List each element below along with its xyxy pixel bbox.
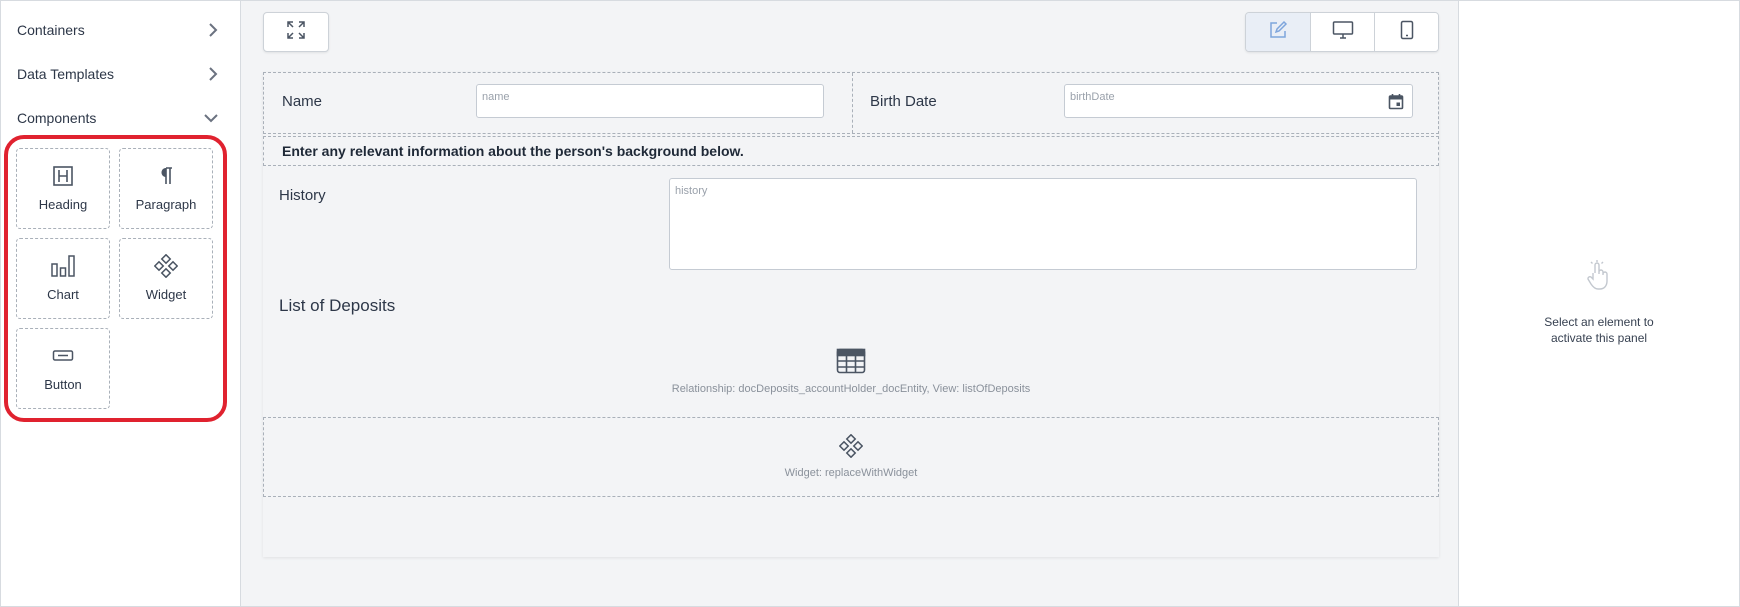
name-placeholder: name [482, 91, 510, 103]
chevron-right-icon [208, 23, 218, 37]
desktop-icon [1332, 20, 1354, 45]
sidebar-section-label: Containers [17, 22, 85, 38]
name-input[interactable]: name [476, 84, 824, 118]
form-canvas: Name name Birth Date birthDate Enter any… [241, 1, 1459, 606]
calendar-icon[interactable] [1388, 93, 1404, 113]
column-divider [852, 73, 853, 133]
form-preview: Name name Birth Date birthDate Enter any… [263, 72, 1439, 557]
chevron-right-icon [208, 67, 218, 81]
birth-date-placeholder: birthDate [1070, 91, 1115, 103]
deposits-title: List of Deposits [279, 296, 396, 315]
chevron-down-icon [204, 113, 218, 123]
name-label: Name [282, 93, 323, 110]
component-widget[interactable]: Widget [119, 238, 213, 319]
form-row-name-birth: Name name Birth Date birthDate [263, 72, 1439, 134]
properties-panel: Select an element to activate this panel [1459, 1, 1739, 606]
left-sidebar: Containers Data Templates Components Hea… [1, 1, 241, 606]
edit-icon [1268, 20, 1288, 45]
edit-view-button[interactable] [1246, 13, 1310, 51]
widget-icon [154, 253, 178, 279]
sidebar-section-components[interactable]: Components [17, 107, 218, 129]
component-label: Widget [145, 287, 187, 302]
component-label: Button [44, 377, 82, 392]
component-paragraph[interactable]: Paragraph [119, 148, 213, 229]
widget-placeholder[interactable]: Widget: replaceWithWidget [263, 417, 1439, 497]
history-label: History [279, 187, 326, 204]
sidebar-section-label: Components [17, 110, 97, 126]
background-note-text: Enter any relevant information about the… [282, 143, 744, 159]
history-placeholder: history [675, 185, 708, 197]
component-heading[interactable]: Heading [16, 148, 110, 229]
form-builder-app: Containers Data Templates Components Hea… [0, 0, 1740, 607]
empty-panel-line2: activate this panel [1550, 331, 1648, 345]
table-icon [836, 348, 866, 379]
sidebar-section-containers[interactable]: Containers [17, 19, 218, 41]
component-chart[interactable]: Chart [16, 238, 110, 319]
widget-icon [838, 433, 864, 463]
pointer-hand-icon [1586, 259, 1610, 296]
birth-date-label: Birth Date [870, 93, 937, 110]
history-textarea[interactable]: history [669, 178, 1417, 270]
deposits-relationship-text: Relationship: docDeposits_accountHolder_… [671, 383, 1031, 395]
birth-date-input[interactable]: birthDate [1064, 84, 1413, 118]
tablet-icon [1399, 20, 1415, 45]
button-icon [52, 343, 74, 369]
widget-placeholder-text: Widget: replaceWithWidget [784, 467, 918, 479]
empty-panel-line1: Select an element to [1544, 315, 1654, 329]
view-mode-switcher [1245, 12, 1439, 52]
sidebar-section-label: Data Templates [17, 66, 115, 82]
chart-icon [50, 253, 76, 279]
tablet-view-button[interactable] [1374, 13, 1438, 51]
expand-icon [286, 20, 306, 45]
heading-icon [52, 163, 74, 189]
component-label: Paragraph [135, 197, 197, 212]
expand-button[interactable] [263, 12, 329, 52]
paragraph-icon [157, 163, 175, 189]
sidebar-section-data-templates[interactable]: Data Templates [17, 63, 218, 85]
deposits-table-placeholder[interactable]: Relationship: docDeposits_accountHolder_… [263, 348, 1439, 408]
empty-panel-message: Select an element to activate this panel [1459, 314, 1739, 346]
background-note: Enter any relevant information about the… [263, 136, 1439, 166]
component-button[interactable]: Button [16, 328, 110, 409]
component-label: Chart [47, 287, 79, 302]
desktop-view-button[interactable] [1310, 13, 1374, 51]
component-label: Heading [38, 197, 88, 212]
